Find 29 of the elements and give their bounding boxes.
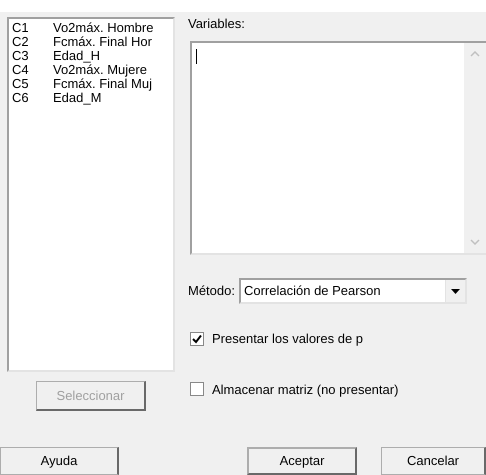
checkbox[interactable] xyxy=(190,382,204,396)
checkbox[interactable] xyxy=(190,332,204,346)
dialog-button[interactable]: Ayuda xyxy=(0,447,119,475)
checkbox-label: Presentar los valores de p xyxy=(212,330,364,348)
variable-name[interactable]: Vo2máx. Hombre xyxy=(53,21,154,35)
column-id: C4 xyxy=(12,63,30,77)
dialog-button[interactable]: Aceptar xyxy=(247,447,357,475)
method-value: Correlación de Pearson xyxy=(242,282,382,300)
column-id: C2 xyxy=(12,35,30,49)
column-id: C5 xyxy=(12,77,30,91)
text-cursor xyxy=(196,49,197,64)
dropdown-button[interactable] xyxy=(444,280,465,302)
variable-name[interactable]: Fcmáx. Final Muj xyxy=(53,77,152,91)
checkbox-label: Almacenar matriz (no presentar) xyxy=(212,380,398,399)
method-label: Método: xyxy=(188,282,235,300)
variable-name[interactable]: Edad_M xyxy=(53,91,102,105)
variable-name[interactable]: Edad_H xyxy=(53,49,100,63)
column-id: C6 xyxy=(12,91,30,105)
dialog-button[interactable]: Cancelar xyxy=(381,447,486,475)
variables-field[interactable] xyxy=(190,41,486,255)
column-id: C1 xyxy=(12,21,30,35)
variable-name[interactable]: Vo2máx. Mujere xyxy=(53,63,147,77)
scrollbar[interactable] xyxy=(464,43,486,253)
variables-label: Variables: xyxy=(188,16,246,32)
variable-list[interactable]: C1 Vo2máx. Hombre C2 Fcmáx. Final Hor C3 Edad_H C4 Vo2máx. Mujere C5 Fcmáx. Final Muj C6 Edad_M xyxy=(7,17,175,372)
column-id: C3 xyxy=(12,49,30,63)
method-dropdown[interactable]: Correlación de Pearson xyxy=(238,278,467,304)
caret-icon xyxy=(450,288,460,294)
variable-name[interactable]: Fcmáx. Final Hor xyxy=(53,35,152,49)
